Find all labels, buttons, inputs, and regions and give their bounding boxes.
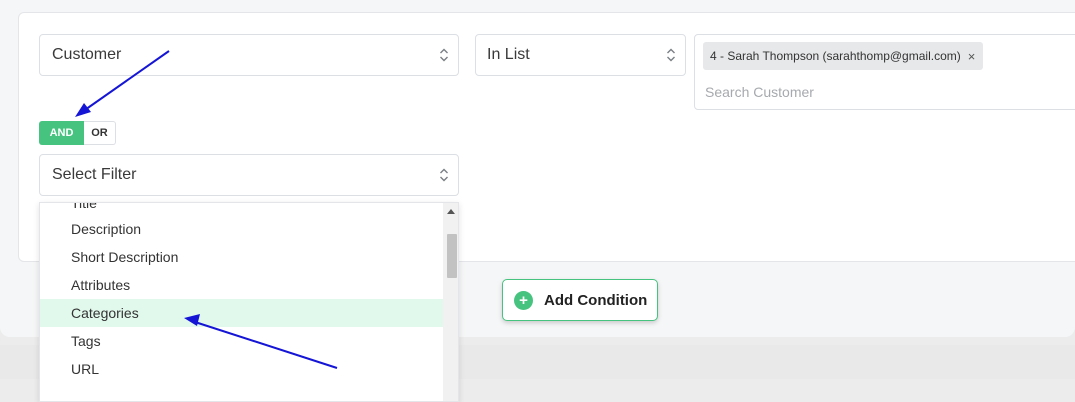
filter-select[interactable]: Select Filter	[39, 154, 459, 196]
condition-field-value: Customer	[52, 46, 122, 63]
filter-dropdown-list: Title Description Short Description Attr…	[39, 202, 459, 402]
selected-customer-tag: 4 - Sarah Thompson (sarahthomp@gmail.com…	[703, 42, 984, 70]
dropdown-option-short-description[interactable]: Short Description	[40, 243, 443, 271]
scroll-up-arrow-icon[interactable]	[447, 209, 455, 214]
updown-chevron-icon	[657, 35, 685, 75]
dropdown-option-categories[interactable]: Categories	[40, 299, 443, 327]
dropdown-option-description[interactable]: Description	[40, 215, 443, 243]
scroll-thumb[interactable]	[447, 234, 457, 278]
customer-tag-input[interactable]: 4 - Sarah Thompson (sarahthomp@gmail.com…	[694, 34, 1075, 110]
remove-tag-icon[interactable]: ×	[968, 49, 976, 64]
selected-customer-tag-label: 4 - Sarah Thompson (sarahthomp@gmail.com…	[710, 49, 961, 63]
search-customer-input[interactable]	[703, 80, 1007, 104]
condition-operator-select[interactable]: In List	[475, 34, 686, 76]
plus-circle-icon: +	[514, 290, 533, 310]
or-toggle-button[interactable]: OR	[84, 121, 116, 145]
dropdown-option-tags[interactable]: Tags	[40, 327, 443, 355]
condition-operator-value: In List	[487, 46, 530, 63]
updown-chevron-icon	[430, 155, 458, 195]
filter-select-placeholder: Select Filter	[52, 166, 137, 183]
updown-chevron-icon	[430, 35, 458, 75]
logic-toggle: AND OR	[39, 121, 116, 145]
dropdown-scrollbar[interactable]	[443, 203, 458, 401]
add-condition-label: Add Condition	[544, 291, 648, 309]
add-condition-button[interactable]: + Add Condition	[502, 279, 658, 321]
condition-field-select[interactable]: Customer	[39, 34, 459, 76]
dropdown-option-attributes[interactable]: Attributes	[40, 271, 443, 299]
and-toggle-button[interactable]: AND	[39, 121, 84, 145]
